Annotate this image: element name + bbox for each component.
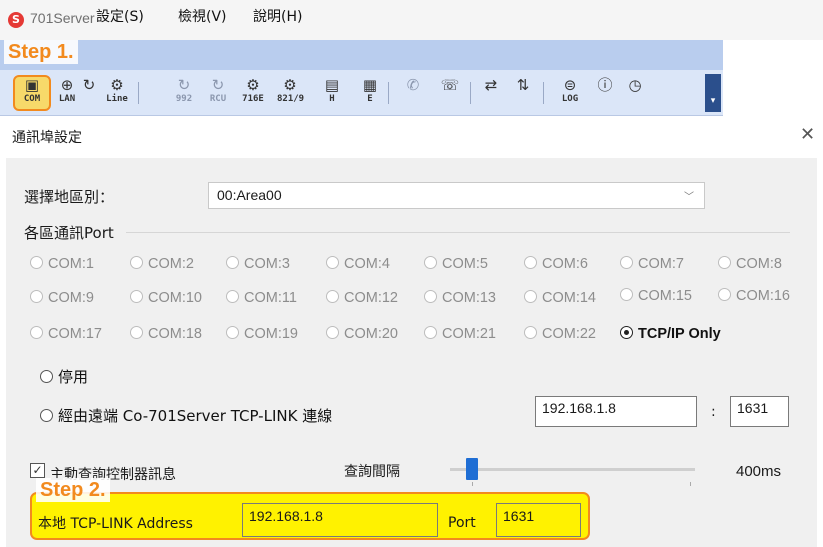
remote-port-field[interactable]: 1631 <box>730 396 789 427</box>
log-icon[interactable]: ⊜ LOG <box>557 76 583 110</box>
poll-checkbox[interactable]: ✓ <box>30 463 45 478</box>
info-icon[interactable]: ⓘ <box>592 76 618 110</box>
remote-ip-field[interactable]: 192.168.1.8 <box>535 396 697 427</box>
radio-com-13[interactable]: COM:13 <box>424 290 496 310</box>
radio-com-20[interactable]: COM:20 <box>326 326 398 346</box>
radio-com-12[interactable]: COM:12 <box>326 290 398 310</box>
radio-com-15[interactable]: COM:15 <box>620 288 692 308</box>
radio-com-3[interactable]: COM:3 <box>226 256 290 276</box>
app-logo-icon: S <box>8 12 24 28</box>
step-2-label: Step 2. <box>36 478 110 502</box>
interval-slider-track[interactable] <box>450 468 695 471</box>
dialog-panel <box>6 158 817 547</box>
radio-com-19[interactable]: COM:19 <box>226 326 298 346</box>
radio-com-21[interactable]: COM:21 <box>424 326 496 346</box>
phone-down-icon[interactable]: ☏ <box>437 76 463 110</box>
close-icon[interactable]: ✕ <box>800 124 815 145</box>
menu-view[interactable]: 檢視(V) <box>178 6 227 26</box>
step-1-label: Step 1. <box>4 40 78 64</box>
local-port-label: Port <box>448 515 476 531</box>
controller-82179-icon[interactable]: ⚙ 821/9 <box>277 76 304 110</box>
toolbar: ▣ COM ⊕ LAN ↻ ⚙ Line ↻ 992 ↻ RCU ⚙ 716E … <box>0 70 723 116</box>
card-e-icon[interactable]: ▦ E <box>357 76 383 110</box>
radio-com-4[interactable]: COM:4 <box>326 256 390 276</box>
radio-disable[interactable]: 停用 <box>40 366 88 386</box>
refresh-992-icon[interactable]: ↻ 992 <box>171 76 197 110</box>
radio-com-8[interactable]: COM:8 <box>718 256 782 276</box>
menu-bar <box>0 40 723 70</box>
dialog-title: 通訊埠設定 <box>12 130 82 146</box>
menu-help[interactable]: 說明(H) <box>253 6 302 26</box>
radio-remote-link[interactable]: 經由遠端 Co-701Server TCP-LINK 連線 <box>40 405 332 425</box>
local-ip-field[interactable]: 192.168.1.8 <box>242 503 438 537</box>
controller-716e-icon[interactable]: ⚙ 716E <box>240 76 266 110</box>
sync-icon[interactable]: ⇄ <box>478 76 504 110</box>
clock-download-icon[interactable]: ◷ <box>622 76 648 110</box>
port-group-label: 各區通訊Port <box>24 224 114 242</box>
chevron-down-icon: ﹀ <box>684 192 694 203</box>
slider-tick <box>690 482 691 486</box>
radio-com-2[interactable]: COM:2 <box>130 256 194 276</box>
phone-icon[interactable]: ✆ <box>400 76 426 110</box>
radio-com-6[interactable]: COM:6 <box>524 256 588 276</box>
radio-com-9[interactable]: COM:9 <box>30 290 94 310</box>
toolbar-separator <box>470 82 471 104</box>
radio-com-22[interactable]: COM:22 <box>524 326 596 346</box>
app-title: 701Server <box>30 10 95 26</box>
ip-port-separator: : <box>711 404 716 420</box>
refresh-rcu-icon[interactable]: ↻ RCU <box>205 76 231 110</box>
menu-settings[interactable]: 設定(S) <box>96 6 144 26</box>
toolbar-overflow-icon[interactable]: ▾ <box>705 74 721 112</box>
refresh-icon[interactable]: ↻ <box>76 76 102 110</box>
area-select-value: 00:Area00 <box>217 187 282 203</box>
radio-tcp-ip-only[interactable]: TCP/IP Only <box>620 326 721 346</box>
com-port-icon[interactable]: ▣ COM <box>19 76 45 110</box>
toolbar-separator <box>388 82 389 104</box>
radio-com-14[interactable]: COM:14 <box>524 290 596 310</box>
radio-com-5[interactable]: COM:5 <box>424 256 488 276</box>
group-divider <box>126 232 790 233</box>
radio-com-10[interactable]: COM:10 <box>130 290 202 310</box>
interval-slider-thumb[interactable] <box>466 458 478 480</box>
toolbar-separator <box>543 82 544 104</box>
updown-icon[interactable]: ⇅ <box>510 76 536 110</box>
radio-com-7[interactable]: COM:7 <box>620 256 684 276</box>
interval-value: 400ms <box>736 463 782 480</box>
radio-com-17[interactable]: COM:17 <box>30 326 102 346</box>
toolbar-separator <box>138 82 139 104</box>
interval-label: 查詢間隔 <box>344 464 400 480</box>
slider-tick <box>472 482 473 486</box>
line-icon[interactable]: ⚙ Line <box>104 76 130 110</box>
radio-com-16[interactable]: COM:16 <box>718 288 790 308</box>
area-label: 選擇地區別： <box>24 188 115 206</box>
local-port-field[interactable]: 1631 <box>496 503 581 537</box>
radio-com-11[interactable]: COM:11 <box>226 290 297 310</box>
radio-com-18[interactable]: COM:18 <box>130 326 202 346</box>
local-address-label: 本地 TCP-LINK Address <box>38 516 193 532</box>
radio-com-1[interactable]: COM:1 <box>30 256 94 276</box>
area-select[interactable]: 00:Area00 ﹀ <box>208 182 705 209</box>
card-h-icon[interactable]: ▤ H <box>319 76 345 110</box>
